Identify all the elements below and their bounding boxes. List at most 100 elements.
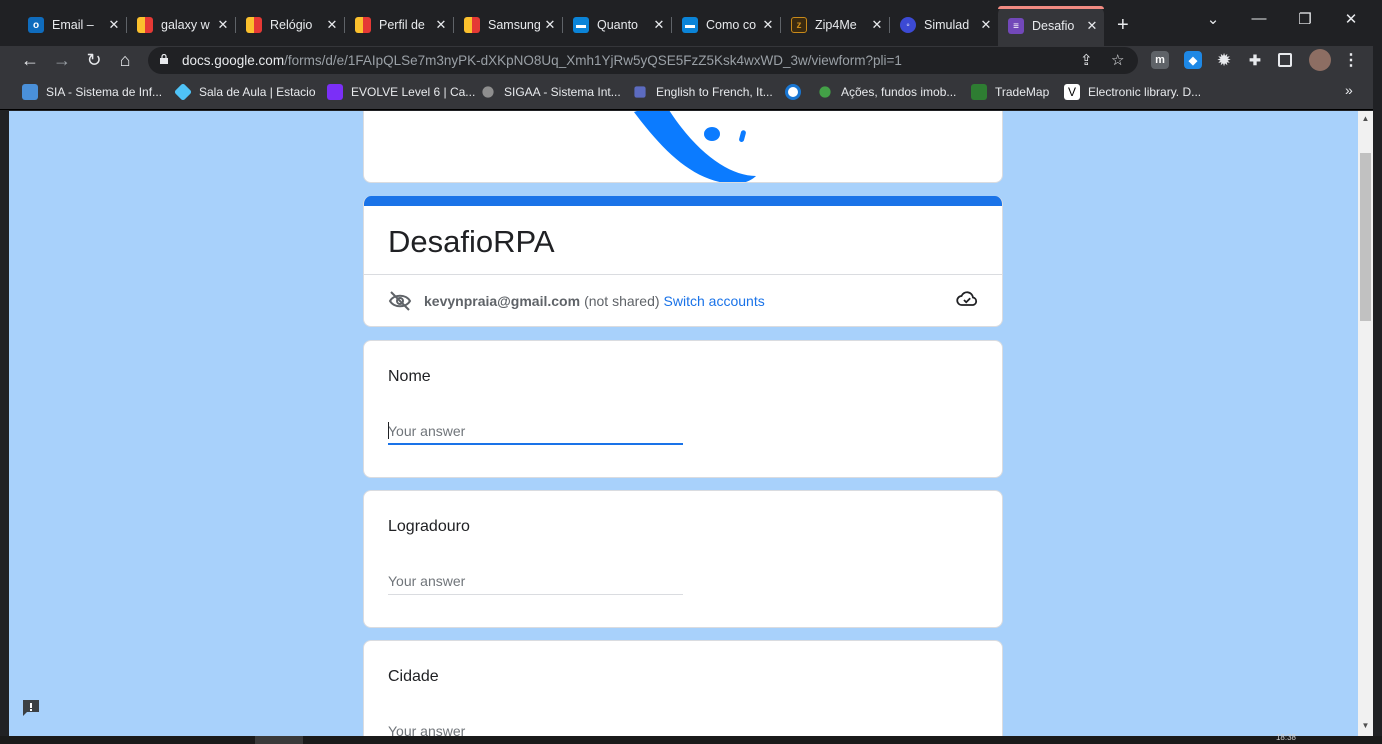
tab-search-chevron-icon[interactable]: ⌄ (1190, 10, 1236, 28)
question-label: Cidade (388, 668, 439, 685)
star-icon[interactable]: ☆ (1111, 51, 1124, 69)
feedback-icon[interactable] (21, 698, 41, 718)
close-icon[interactable]: ✕ (869, 17, 885, 33)
tab-label: Zip4Me (815, 18, 857, 32)
answer-input-nome[interactable]: Your answer (388, 421, 683, 445)
tab-label: galaxy w (161, 18, 210, 32)
puzzle-icon[interactable]: ✚ (1246, 51, 1264, 69)
question-label: Logradouro (388, 518, 470, 535)
extension-icon[interactable]: ◆ (1184, 51, 1202, 69)
accent-stripe (364, 196, 1002, 206)
forward-button[interactable]: → (50, 50, 74, 71)
tab-email[interactable]: o Email – ✕ (18, 10, 127, 40)
side-panel-icon[interactable] (1278, 53, 1292, 67)
bookmarks-overflow[interactable]: » (1345, 82, 1353, 98)
new-tab-button[interactable]: + (1117, 14, 1129, 37)
bookmark-icon (327, 84, 343, 100)
close-icon[interactable]: ✕ (542, 17, 558, 33)
close-icon[interactable]: ✕ (433, 17, 449, 33)
tab-perfil[interactable]: Perfil de ✕ (345, 10, 454, 40)
not-shared-label: (not shared) (584, 293, 660, 309)
avatar[interactable] (1309, 49, 1331, 71)
taskbar: 18:38 (0, 733, 1382, 744)
tab-como[interactable]: ▬ Como co ✕ (672, 10, 781, 40)
url-path: /forms/d/e/1FAIpQLSe7m3nyPK-dXKpNO8Uq_Xm… (284, 53, 902, 68)
tab-label: Relógio (270, 18, 313, 32)
bookmark-sala-de-aula[interactable]: Sala de Aula | Estacio (173, 82, 316, 102)
account-info: kevynpraia@gmail.com (not shared) Switch… (388, 290, 765, 312)
answer-input-logradouro[interactable]: Your answer (388, 571, 683, 595)
question-card-nome: Nome Your answer (363, 340, 1003, 478)
form-title-card: DesafioRPA kevynpraia@gmail.com (not sha… (363, 196, 1003, 327)
divider (364, 274, 1002, 275)
tab-label: Desafio (1032, 19, 1075, 33)
close-icon[interactable]: ✕ (106, 17, 122, 33)
bookmark-sia[interactable]: SIA - Sistema de Inf... (22, 84, 162, 100)
scroll-up-icon[interactable]: ▲ (1358, 114, 1373, 128)
mastodon-icon[interactable]: m (1151, 51, 1169, 69)
scroll-down-icon[interactable]: ▼ (1358, 721, 1373, 735)
bookmarks-bar: SIA - Sistema de Inf... Sala de Aula | E… (0, 76, 1382, 110)
gear-icon[interactable]: ✹ (1215, 51, 1233, 69)
taskbar-item[interactable] (255, 736, 303, 744)
question-label: Nome (388, 368, 431, 385)
bookmark-acoes[interactable]: Ações, fundos imob... (817, 84, 956, 100)
bookmark-label: Sala de Aula | Estacio (199, 85, 316, 99)
tab-samsung[interactable]: Samsung ✕ (454, 10, 563, 40)
reload-button[interactable]: ↻ (82, 50, 106, 71)
tab-desafio-active[interactable]: ≡ Desafio ✕ (998, 6, 1104, 46)
bookmark-icon (819, 86, 831, 98)
taskbar-clock: 18:38 (1275, 733, 1296, 742)
answer-input-cidade[interactable]: Your answer (388, 721, 683, 736)
bookmark-unnamed[interactable] (785, 84, 809, 100)
switch-accounts-link[interactable]: Switch accounts (664, 293, 765, 309)
cloud-saved-icon (956, 291, 978, 306)
bookmark-sigaa[interactable]: SIGAA - Sistema Int... (480, 84, 621, 100)
bookmark-label: TradeMap (995, 85, 1050, 99)
outlook-icon: o (28, 17, 44, 33)
forms-icon: ≡ (1008, 18, 1024, 34)
close-icon[interactable]: ✕ (215, 17, 231, 33)
close-icon[interactable]: ✕ (651, 17, 667, 33)
bookmark-trademap[interactable]: TradeMap (971, 84, 1049, 100)
bookmark-electronic-library[interactable]: V Electronic library. D... (1064, 84, 1201, 100)
home-button[interactable]: ⌂ (113, 50, 137, 71)
tab-zip4me[interactable]: z Zip4Me ✕ (781, 10, 890, 40)
bookmark-icon (785, 84, 801, 100)
share-icon[interactable]: ⇪ (1080, 51, 1093, 69)
minimize-button[interactable]: — (1236, 10, 1282, 27)
bookmark-icon (22, 84, 38, 100)
question-card-logradouro: Logradouro Your answer (363, 490, 1003, 628)
scrollbar-thumb[interactable] (1360, 153, 1371, 321)
back-button[interactable]: ← (18, 50, 42, 71)
tab-relogio[interactable]: Relógio ✕ (236, 10, 345, 40)
url-text: docs.google.com/forms/d/e/1FAIpQLSe7m3ny… (182, 53, 902, 68)
header-logo-image (634, 111, 756, 182)
tab-label: Quanto (597, 18, 639, 32)
tab-quanto[interactable]: ▬ Quanto ✕ (563, 10, 672, 40)
tab-label: Como co (706, 18, 757, 32)
bookmark-english-french[interactable]: English to French, It... (632, 84, 773, 100)
close-icon[interactable]: ✕ (1084, 18, 1100, 34)
bookmark-label: SIGAA - Sistema Int... (504, 85, 621, 99)
bookmark-evolve[interactable]: EVOLVE Level 6 | Ca... (327, 84, 475, 100)
restore-button[interactable]: ❐ (1282, 10, 1328, 28)
address-bar[interactable]: docs.google.com/forms/d/e/1FAIpQLSe7m3ny… (148, 47, 1138, 74)
form-title: DesafioRPA (388, 224, 555, 259)
close-window-button[interactable]: ✕ (1328, 10, 1374, 28)
menu-icon[interactable]: ⋮ (1342, 51, 1360, 69)
close-icon[interactable]: ✕ (978, 17, 994, 33)
lock-icon (160, 54, 168, 64)
page-content[interactable]: DesafioRPA kevynpraia@gmail.com (not sha… (9, 111, 1358, 736)
store-icon (137, 17, 153, 33)
bookmark-label: EVOLVE Level 6 | Ca... (351, 85, 476, 99)
window-frame (1373, 46, 1382, 744)
zip-icon: z (791, 17, 807, 33)
close-icon[interactable]: ✕ (324, 17, 340, 33)
tab-strip: o Email – ✕ galaxy w ✕ Relógio ✕ Perfil … (0, 0, 1382, 46)
close-icon[interactable]: ✕ (760, 17, 776, 33)
tab-galaxy[interactable]: galaxy w ✕ (127, 10, 236, 40)
tab-label: Simulad (924, 18, 970, 32)
tab-simulad[interactable]: ◦ Simulad ✕ (890, 10, 998, 40)
meet-icon: ▬ (573, 17, 589, 33)
